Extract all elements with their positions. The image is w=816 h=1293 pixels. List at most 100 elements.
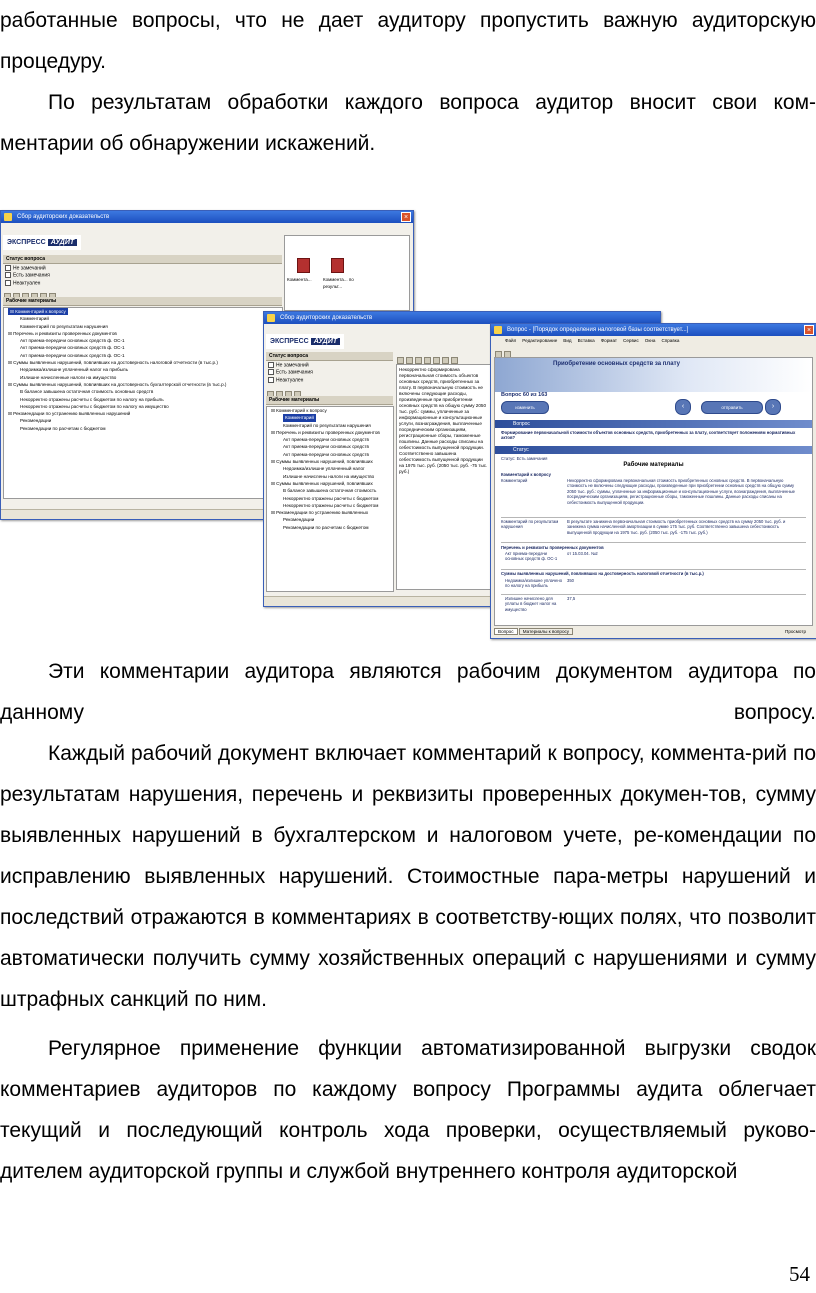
- row-divider: [501, 542, 806, 543]
- menu-item[interactable]: Окна: [645, 338, 656, 343]
- status-options: Не замечаний Есть замечания Неактуален: [268, 362, 313, 384]
- close-button[interactable]: ×: [401, 212, 411, 222]
- tree-item[interactable]: Недоимка/излишне уплаченный налог: [267, 465, 393, 472]
- question-banner: Приобретение основных средств за плату: [495, 358, 812, 392]
- tree-item[interactable]: ⊟ Рекомендации по устранению выявленных: [267, 509, 393, 516]
- tree-item[interactable]: Недоимка/излишне уплаченный налог на при…: [4, 366, 282, 373]
- checkbox-icon[interactable]: [5, 279, 11, 286]
- tree-item[interactable]: Излишне начислены налоги на имущество: [267, 473, 393, 480]
- menu-item[interactable]: Файл: [505, 338, 516, 343]
- book-icon[interactable]: [297, 258, 310, 273]
- tree-item-label: ⊟ Суммы выявленных нарушений, повлиявших: [271, 480, 373, 486]
- status-option[interactable]: Есть замечания: [5, 272, 50, 279]
- tree-item[interactable]: Комментарий: [267, 414, 393, 422]
- tree-item[interactable]: Некорректно отражены расчеты с бюджетом: [267, 502, 393, 509]
- menu-item[interactable]: Сервис: [623, 338, 639, 343]
- window-question-viewer: Вопрос - [Порядок определения налоговой …: [490, 323, 816, 639]
- menu-item[interactable]: Редактирование: [522, 338, 557, 343]
- tree-item[interactable]: ⊟ Рекомендации по устранению выявленных …: [4, 410, 282, 417]
- result-label: Комментарий по результатам нарушения: [501, 519, 559, 530]
- tree-item-label: Рекомендации по расчетам с бюджетом: [283, 524, 369, 530]
- tree-item[interactable]: Акт приема-передачи основных средств ф. …: [4, 352, 282, 359]
- paste-icon[interactable]: [451, 357, 458, 364]
- sums-group-title: Суммы выявленных нарушений, повлиявших н…: [501, 571, 704, 576]
- tree-item[interactable]: Некорректно отражены расчеты с бюджетом …: [4, 396, 282, 403]
- tree-item[interactable]: Акт приема-передачи основных средств: [267, 451, 393, 458]
- send-button[interactable]: отправить: [701, 401, 763, 414]
- save-icon[interactable]: [415, 357, 422, 364]
- comment-editor[interactable]: Некорректно сформирована первоначальная …: [396, 364, 492, 590]
- tree-item[interactable]: Акт приема-передачи основных средств: [267, 436, 393, 443]
- prev-question-button[interactable]: ‹: [675, 399, 691, 415]
- window-titlebar: Сбор аудиторских доказательств ×: [1, 211, 413, 223]
- checkbox-icon[interactable]: [5, 272, 11, 279]
- tab-materials[interactable]: Материалы к вопросу: [518, 628, 574, 635]
- checkbox-icon[interactable]: [268, 362, 274, 368]
- tree-item[interactable]: ⊟ Комментарий к вопросу: [267, 407, 393, 414]
- tree-item[interactable]: Акт приема-передачи основных средств ф. …: [4, 344, 282, 351]
- checkbox-icon[interactable]: [268, 376, 274, 383]
- sum2-value: 37,5: [567, 596, 576, 601]
- cut-icon[interactable]: [433, 357, 440, 364]
- tree-item[interactable]: Некорректно отражены расчеты с бюджетом …: [4, 403, 282, 410]
- tree-item[interactable]: Акт приема-передачи основных средств ф. …: [4, 337, 282, 344]
- close-button[interactable]: ×: [804, 325, 814, 335]
- materials-toolbar: [266, 386, 302, 398]
- menu-item[interactable]: Вид: [563, 338, 571, 343]
- copy-icon[interactable]: [442, 357, 449, 364]
- tree-item[interactable]: Комментарий по результатам нарушения: [4, 323, 282, 330]
- status-option[interactable]: Не замечаний: [268, 362, 313, 369]
- materials-panel-header: Рабочие материалы: [266, 396, 393, 405]
- tree-item[interactable]: ⊟ Перечень и реквизиты проверенных докум…: [267, 429, 393, 436]
- book-icon[interactable]: [331, 258, 344, 273]
- status-option[interactable]: Неактуален: [268, 376, 313, 384]
- tree-item[interactable]: В балансе завышена остаточная стоимость …: [4, 388, 282, 395]
- comment-group-title: Комментарий к вопросу: [501, 472, 551, 477]
- tree-item[interactable]: Акт приема-передачи основных средств: [267, 443, 393, 450]
- materials-tree[interactable]: ⊟ Комментарий к вопросу Комментарий Коммен…: [3, 307, 283, 499]
- logo-left-text: ЭКСПРЕСС: [270, 338, 309, 345]
- materials-panel-header: Рабочие материалы: [3, 297, 282, 306]
- question-text: Формирование первоначальной стоимости об…: [501, 430, 796, 441]
- window-title: Сбор аудиторских доказательств: [280, 315, 373, 321]
- app-icon: [4, 213, 12, 221]
- next-question-button[interactable]: ›: [765, 399, 781, 415]
- menu-item[interactable]: Справка: [661, 338, 679, 343]
- status-option[interactable]: Есть замечания: [268, 369, 313, 376]
- tree-item[interactable]: ⊟ Перечень и реквизиты проверенных докум…: [4, 330, 282, 337]
- menu-item[interactable]: Формат: [601, 338, 617, 343]
- tree-item[interactable]: Рекомендации по расчетам с бюджетом: [4, 425, 282, 432]
- status-option[interactable]: Не замечаний: [5, 265, 50, 272]
- tree-item[interactable]: ⊟ Комментарий к вопросу: [4, 308, 282, 316]
- tree-item[interactable]: Рекомендации: [267, 516, 393, 523]
- tree-item[interactable]: ⊟ Суммы выявленных нарушений, повлиявших: [267, 480, 393, 487]
- checkbox-icon[interactable]: [5, 265, 11, 271]
- tree-item[interactable]: Некорректно отражены расчеты с бюджетом: [267, 495, 393, 502]
- tree-item-label: В балансе завышена остаточная стоимость: [283, 488, 377, 494]
- materials-tree[interactable]: ⊟ Комментарий к вопросу Комментарий Коммен…: [266, 406, 394, 592]
- viewer-toolbar: [494, 346, 512, 358]
- new-icon[interactable]: [397, 357, 404, 364]
- open-icon[interactable]: [406, 357, 413, 364]
- express-audit-logo: ЭКСПРЕСС АУДИТ: [266, 334, 345, 349]
- tree-item[interactable]: ⊟ Суммы выявленных нарушений, повлиявших…: [4, 381, 282, 388]
- tree-item[interactable]: Излишне начисленные налоги на имущество: [4, 374, 282, 381]
- sum1-value: 350: [567, 578, 574, 583]
- menu-item[interactable]: Вставка: [578, 338, 595, 343]
- comment-text: Некорректно сформирована первоначальная …: [567, 478, 795, 505]
- tree-item[interactable]: ⊟ Суммы выявленных нарушений, повлиявших: [267, 458, 393, 465]
- tree-item[interactable]: Рекомендации: [4, 417, 282, 424]
- tab-question[interactable]: Вопрос: [494, 628, 518, 635]
- bottom-tabs: Вопрос Материалы к вопросу: [494, 627, 574, 637]
- print-icon[interactable]: [424, 357, 431, 364]
- tree-item[interactable]: Комментарий по результатам нарушения: [267, 422, 393, 429]
- tree-item[interactable]: Рекомендации по расчетам с бюджетом: [267, 524, 393, 531]
- window-title: Сбор аудиторских доказательств: [17, 214, 110, 220]
- tree-item[interactable]: В балансе завышена остаточная стоимость: [267, 487, 393, 494]
- status-option[interactable]: Неактуален: [5, 279, 50, 287]
- edit-button[interactable]: изменить: [501, 401, 549, 414]
- tree-item[interactable]: ⊟ Суммы выявленных нарушений, повлиявших…: [4, 359, 282, 366]
- checkbox-icon[interactable]: [268, 369, 274, 376]
- tree-item[interactable]: Комментарий: [4, 315, 282, 322]
- app-icon: [494, 326, 502, 334]
